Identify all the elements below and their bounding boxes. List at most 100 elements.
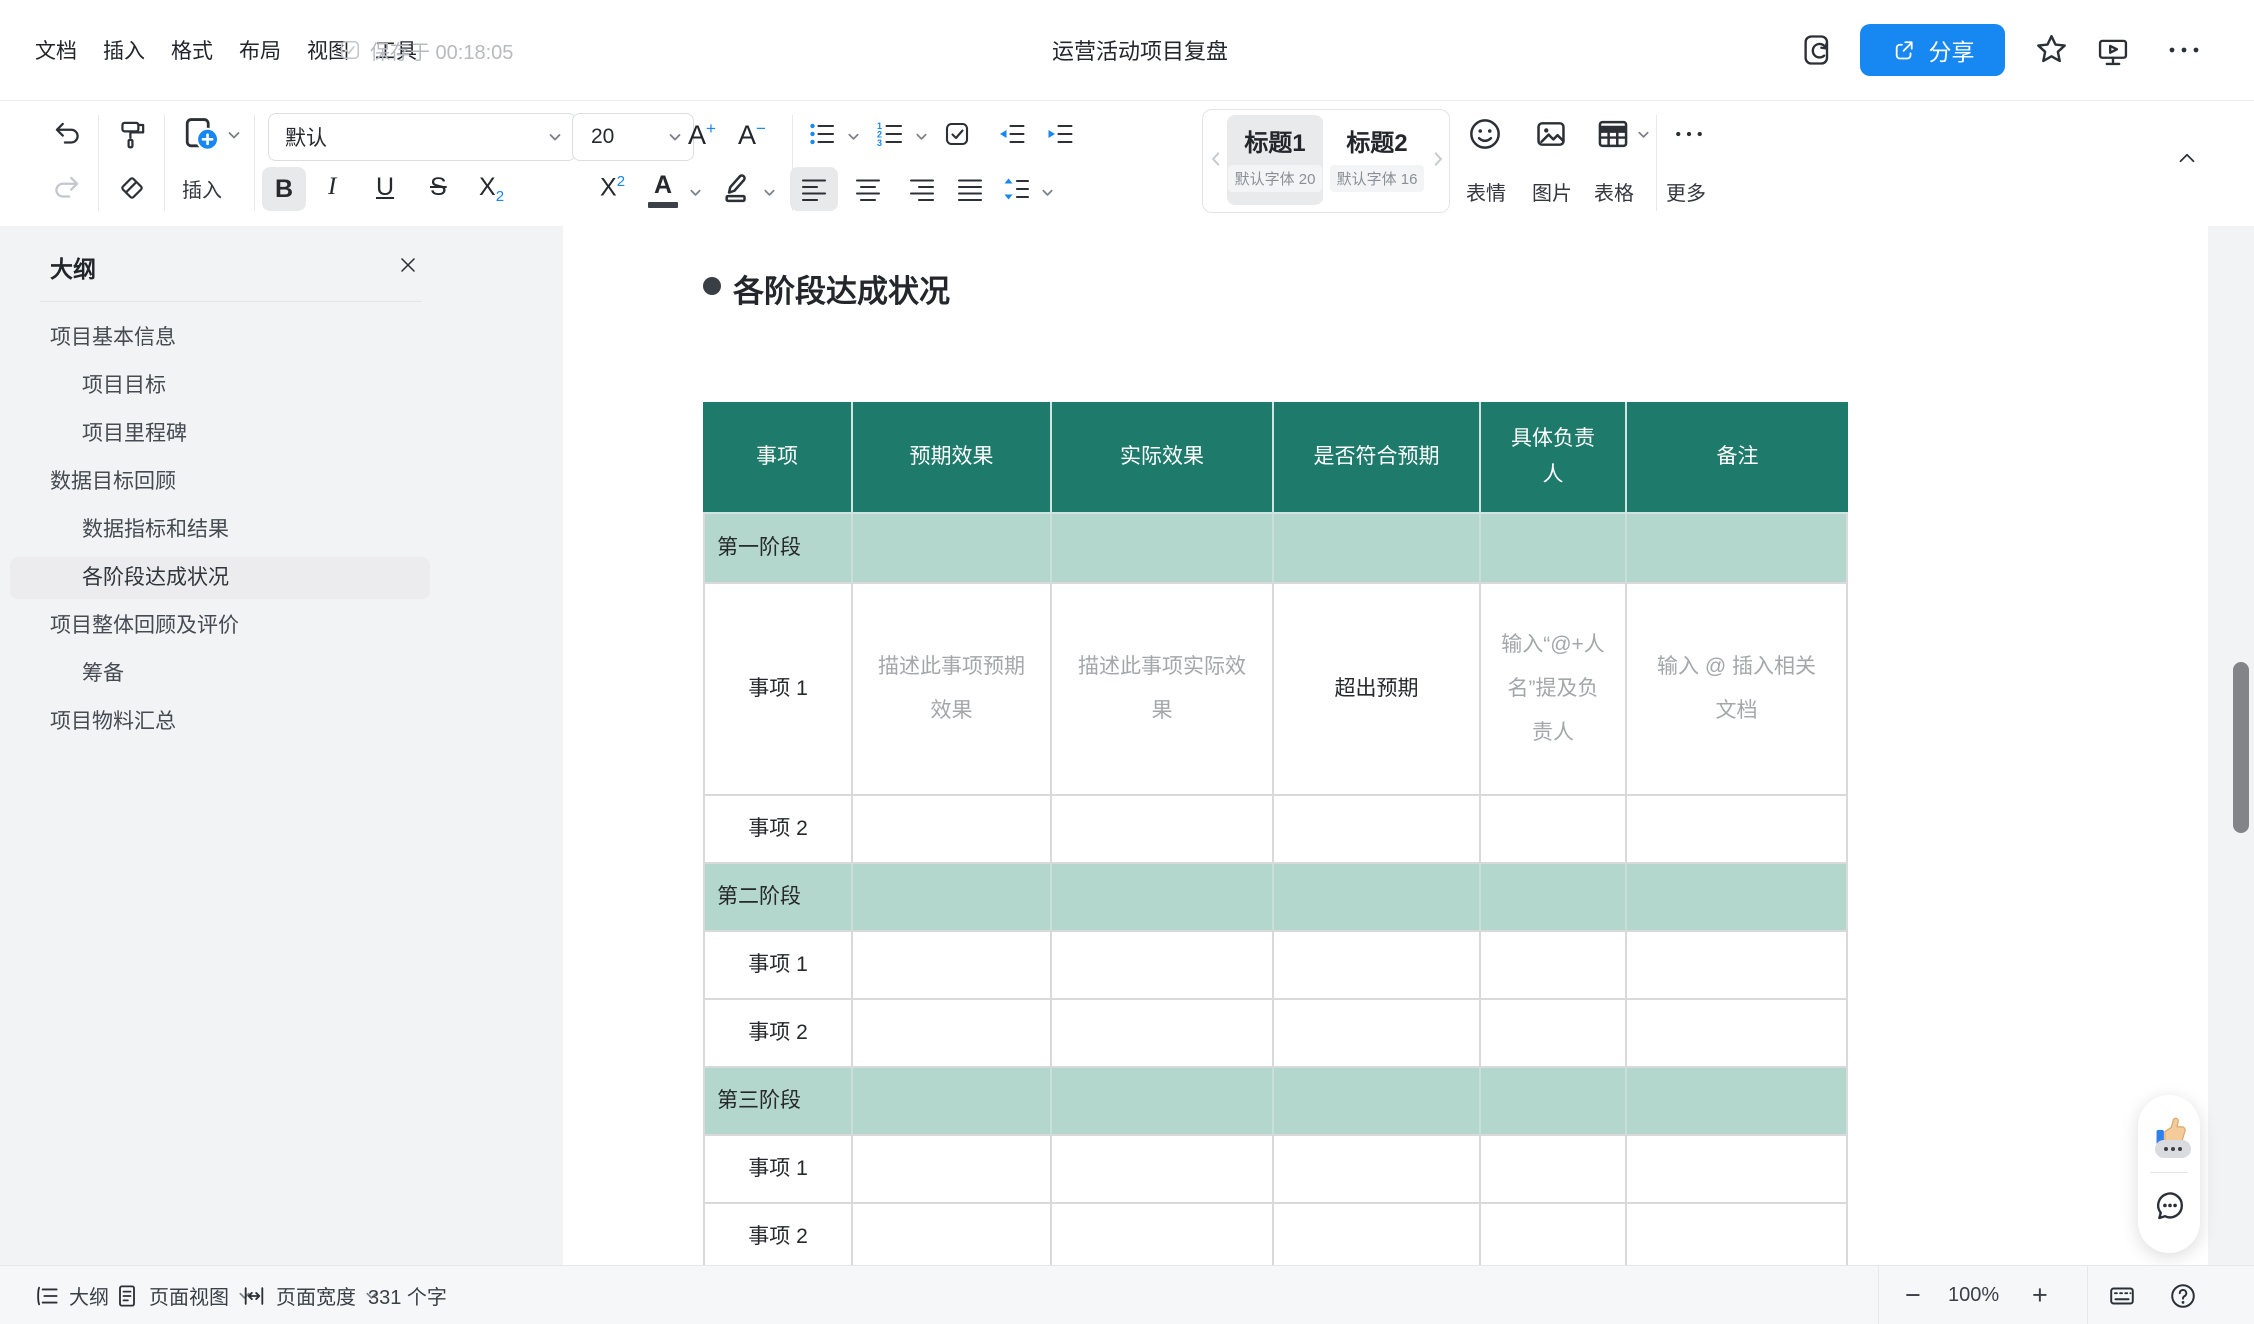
superscript-button[interactable]: X2 (600, 173, 625, 202)
indent-icon[interactable] (1044, 118, 1076, 150)
stage-cell[interactable] (1627, 1068, 1848, 1136)
emoji-label[interactable]: 表情 (1462, 177, 1510, 206)
table-cell[interactable] (1274, 796, 1481, 864)
table-cell[interactable] (1481, 1204, 1627, 1272)
image-label[interactable]: 图片 (1528, 177, 1576, 206)
document-title[interactable]: 运营活动项目复盘 (990, 0, 1290, 100)
decrease-font-icon[interactable]: A− (738, 119, 766, 151)
version-history-icon[interactable] (1800, 32, 1836, 68)
stage-cell[interactable] (1052, 514, 1274, 584)
outline-item[interactable]: 项目基本信息 (0, 314, 460, 362)
numbered-list-icon[interactable]: 123 (874, 118, 906, 150)
stage-cell[interactable] (853, 1068, 1052, 1136)
table-cell[interactable]: 描述此事项预期效果 (853, 584, 1052, 796)
highlight-color-icon[interactable] (716, 167, 754, 205)
table-cell[interactable]: 事项 1 (703, 932, 853, 1000)
table-cell[interactable] (853, 1204, 1052, 1272)
table-cell[interactable] (1274, 1204, 1481, 1272)
outline-item[interactable]: 筹备 (0, 650, 460, 698)
table-cell[interactable] (1052, 796, 1274, 864)
stage-cell[interactable] (1274, 514, 1481, 584)
underline-button[interactable]: U (376, 173, 394, 202)
menu-item-1[interactable]: 文档 (35, 35, 77, 65)
menu-item-4[interactable]: 布局 (239, 35, 281, 65)
stage-cell[interactable]: 第二阶段 (703, 864, 853, 932)
format-painter-icon[interactable] (115, 117, 149, 151)
styles-next-icon[interactable] (1429, 150, 1447, 168)
page-view-select[interactable]: 页面视图 (113, 1266, 252, 1324)
menu-item-2[interactable]: 插入 (103, 35, 145, 65)
table-icon[interactable] (1594, 115, 1632, 153)
table-cell[interactable]: 事项 2 (703, 1000, 853, 1068)
table-cell[interactable] (853, 1136, 1052, 1204)
line-spacing-chevron-icon[interactable] (1040, 185, 1055, 200)
table-cell[interactable]: 事项 1 (703, 1136, 853, 1204)
insert-chevron-icon[interactable] (226, 127, 242, 143)
redo-icon[interactable] (50, 171, 84, 205)
table-cell[interactable] (1481, 932, 1627, 1000)
stage-cell[interactable] (853, 514, 1052, 584)
table-cell[interactable] (1627, 1136, 1848, 1204)
italic-button[interactable]: I (328, 173, 336, 201)
increase-font-icon[interactable]: A+ (688, 119, 716, 151)
stage-cell[interactable] (1627, 864, 1848, 932)
close-outline-icon[interactable] (396, 253, 420, 277)
zoom-level[interactable]: 100% (1948, 1266, 1999, 1324)
comments-icon[interactable] (2152, 1188, 2188, 1224)
align-right-button[interactable] (906, 173, 938, 205)
image-icon[interactable] (1532, 115, 1570, 153)
outline-item[interactable]: 各阶段达成状况 (0, 554, 460, 602)
table-cell[interactable] (1052, 1000, 1274, 1068)
styles-prev-icon[interactable] (1207, 150, 1225, 168)
shortcuts-keyboard-icon[interactable] (2107, 1281, 2137, 1311)
highlight-chevron-icon[interactable] (762, 185, 777, 200)
table-header-cell[interactable]: 是否符合预期 (1274, 402, 1481, 514)
strikethrough-button[interactable]: S (430, 173, 447, 202)
checklist-icon[interactable] (941, 118, 973, 150)
page-width-select[interactable]: 页面宽度 (240, 1266, 379, 1324)
bullet-list-chevron-icon[interactable] (846, 129, 861, 144)
stage-cell[interactable] (1481, 864, 1627, 932)
stage-cell[interactable] (1481, 1068, 1627, 1136)
bold-button[interactable]: B (262, 167, 306, 211)
insert-label[interactable]: 插入 (178, 174, 226, 203)
table-header-cell[interactable]: 事项 (703, 402, 853, 514)
stage-cell[interactable]: 第三阶段 (703, 1068, 853, 1136)
menu-item-3[interactable]: 格式 (171, 35, 213, 65)
line-spacing-icon[interactable] (1000, 173, 1032, 205)
table-header-cell[interactable]: 实际效果 (1052, 402, 1274, 514)
insert-icon[interactable] (180, 113, 222, 155)
table-header-cell[interactable]: 预期效果 (853, 402, 1052, 514)
outline-item[interactable]: 项目整体回顾及评价 (0, 602, 460, 650)
help-icon[interactable] (2168, 1281, 2198, 1311)
table-cell[interactable] (1274, 932, 1481, 1000)
table-cell[interactable] (1481, 796, 1627, 864)
undo-icon[interactable] (50, 117, 84, 151)
star-icon[interactable] (2033, 31, 2070, 68)
table-cell[interactable] (1052, 1136, 1274, 1204)
table-cell[interactable] (853, 932, 1052, 1000)
stage-cell[interactable] (1274, 864, 1481, 932)
stage-cell[interactable] (1052, 1068, 1274, 1136)
table-cell[interactable] (853, 796, 1052, 864)
outline-toggle[interactable]: 大纲 (33, 1266, 109, 1324)
table-cell[interactable] (1627, 932, 1848, 1000)
table-cell[interactable]: 输入“@+人名”提及负责人 (1481, 584, 1627, 796)
share-button[interactable]: 分享 (1860, 24, 2005, 76)
font-family-select[interactable]: 默认 (268, 113, 576, 161)
table-header-cell[interactable]: 具体负责人 (1481, 402, 1627, 514)
table-chevron-icon[interactable] (1636, 127, 1651, 142)
stage-cell[interactable] (853, 864, 1052, 932)
outline-item[interactable]: 项目物料汇总 (0, 698, 460, 746)
table-cell[interactable] (1481, 1136, 1627, 1204)
table-cell[interactable] (1627, 796, 1848, 864)
font-color-button[interactable]: A (648, 171, 678, 208)
stage-cell[interactable] (1481, 514, 1627, 584)
present-mode-icon[interactable] (2095, 33, 2131, 69)
align-center-button[interactable] (852, 173, 884, 205)
style-heading1[interactable]: 标题1 默认字体 20 (1227, 115, 1323, 205)
more-tools-label[interactable]: 更多 (1662, 177, 1710, 206)
section-heading[interactable]: 各阶段达成状况 (733, 266, 950, 311)
table-cell[interactable] (1627, 1000, 1848, 1068)
outline-item[interactable]: 数据指标和结果 (0, 506, 460, 554)
